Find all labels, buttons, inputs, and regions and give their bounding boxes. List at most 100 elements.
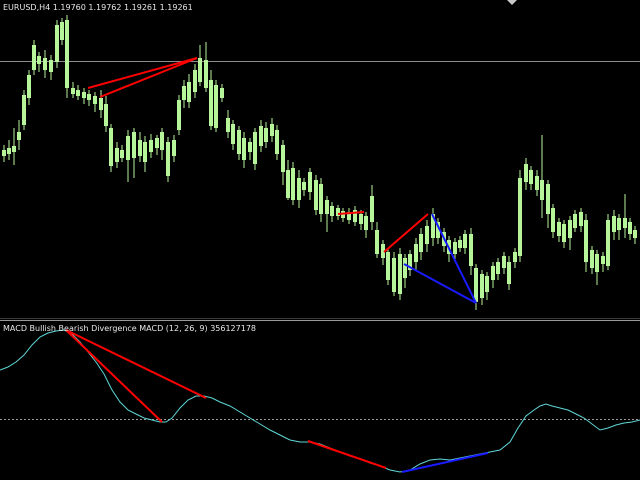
candle-body <box>319 184 323 214</box>
candle-body <box>253 132 257 164</box>
candle-body <box>524 164 528 182</box>
candle-body <box>132 132 136 158</box>
bearish-divergence-line <box>65 329 163 423</box>
macd-line <box>0 329 640 473</box>
candle-body <box>65 20 69 88</box>
candle-body <box>535 176 539 190</box>
candle-body <box>143 142 147 162</box>
candle-body <box>392 258 396 292</box>
candle-body <box>87 94 91 100</box>
candle-body <box>12 146 16 152</box>
candle-body <box>49 60 53 72</box>
macd-panel-title: MACD Bullish Bearish Divergence MACD (12… <box>3 324 256 333</box>
candle-body <box>32 45 36 70</box>
candle-body <box>562 224 566 242</box>
candle-body <box>502 256 506 268</box>
candle-body <box>22 95 26 125</box>
candle-body <box>126 136 130 160</box>
candle-body <box>7 148 11 154</box>
candle-body <box>2 150 6 156</box>
candle-body <box>226 118 230 132</box>
candle-body <box>43 58 47 70</box>
candle-body <box>463 234 467 248</box>
candle-body <box>214 85 218 128</box>
candle-body <box>557 222 561 236</box>
candle-body <box>138 140 142 156</box>
candle-body <box>248 142 252 152</box>
candle-body <box>453 242 457 254</box>
candle-body <box>540 180 544 200</box>
candle-body <box>529 170 533 184</box>
bearish-divergence-line <box>307 440 387 469</box>
candle-body <box>231 124 235 144</box>
candle-body <box>573 214 577 228</box>
candle-body <box>193 70 197 92</box>
candle-body <box>546 184 550 214</box>
candle-body <box>60 22 64 40</box>
candle-body <box>155 138 159 148</box>
candle-body <box>160 132 164 150</box>
candle-body <box>220 88 224 98</box>
candle-body <box>291 168 295 200</box>
candle-body <box>177 100 181 130</box>
candle-body <box>172 140 176 156</box>
candle-body <box>37 56 41 64</box>
candle-body <box>82 92 86 98</box>
candle-body <box>308 172 312 192</box>
candle-body <box>458 240 462 248</box>
candle-body <box>590 250 594 268</box>
candle-body <box>414 244 418 262</box>
candle-body <box>281 145 285 172</box>
candle-body <box>584 220 588 262</box>
candle-body <box>149 140 153 152</box>
chart-shift-marker-icon[interactable] <box>507 0 517 5</box>
candle-body <box>623 218 627 228</box>
candle-body <box>469 234 473 266</box>
candle-body <box>606 220 610 266</box>
candle-body <box>198 58 202 82</box>
candle-body <box>27 75 31 98</box>
candle-body <box>330 206 334 216</box>
candle-body <box>99 98 103 110</box>
candle-body <box>398 254 402 294</box>
candle-body <box>302 182 306 190</box>
candle-body <box>370 196 374 222</box>
candle-body <box>419 234 423 252</box>
bullish-divergence-line <box>401 452 489 473</box>
candle-body <box>612 216 616 232</box>
candle-body <box>485 276 489 292</box>
bearish-divergence-line <box>65 329 207 399</box>
candle-body <box>595 254 599 272</box>
candle-body <box>297 178 301 200</box>
candle-body <box>187 82 191 102</box>
price-panel-title: EURUSD,H4 1.19760 1.19762 1.19261 1.1926… <box>3 3 193 12</box>
candle-body <box>286 170 290 198</box>
candle-body <box>17 132 21 140</box>
candle-body <box>93 96 97 104</box>
chart-canvas[interactable] <box>0 0 640 480</box>
candle-body <box>386 252 390 280</box>
candle-body <box>55 25 59 62</box>
candle-body <box>209 80 213 126</box>
candle-body <box>71 88 75 94</box>
candle-body <box>617 218 621 230</box>
candle-body <box>76 90 80 96</box>
candle-body <box>480 274 484 298</box>
candle-body <box>104 104 108 126</box>
candle-body <box>237 130 241 154</box>
candle-body <box>551 208 555 232</box>
candle-body <box>513 252 517 262</box>
candle-body <box>270 124 274 136</box>
candle-body <box>120 150 124 158</box>
candle-body <box>601 256 605 264</box>
candle-body <box>375 230 379 254</box>
candle-body <box>314 180 318 210</box>
candle-body <box>568 220 572 238</box>
candle-body <box>364 216 368 230</box>
candle-body <box>264 128 268 142</box>
candle-body <box>182 86 186 100</box>
bullish-divergence-line <box>403 263 477 304</box>
candle-body <box>166 142 170 176</box>
chart-window[interactable]: EURUSD,H4 1.19760 1.19762 1.19261 1.1926… <box>0 0 640 480</box>
candle-body <box>633 230 637 238</box>
